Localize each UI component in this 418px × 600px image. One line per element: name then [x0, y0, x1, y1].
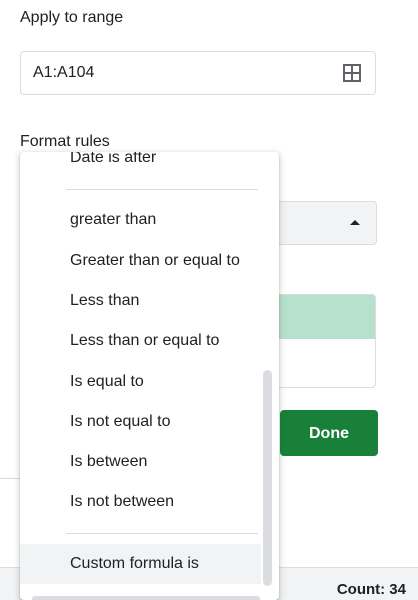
range-value: A1:A104: [33, 64, 95, 81]
menu-item-less-than[interactable]: Less than: [20, 281, 261, 321]
menu-scrollbar[interactable]: [263, 370, 272, 586]
menu-item-is-not-equal-to[interactable]: Is not equal to: [20, 402, 261, 442]
done-button[interactable]: Done: [280, 410, 378, 456]
menu-item-greater-than-or-equal[interactable]: Greater than or equal to: [20, 241, 261, 281]
menu-item-greater-than[interactable]: greater than: [20, 200, 261, 240]
count-summary[interactable]: Count: 34: [337, 581, 406, 598]
menu-item-is-not-between[interactable]: Is not between: [20, 482, 261, 522]
condition-dropdown-menu: Date is after greater than Greater than …: [20, 152, 279, 600]
menu-item-custom-formula[interactable]: Custom formula is: [20, 544, 261, 584]
menu-divider: [66, 533, 258, 534]
range-input[interactable]: A1:A104: [20, 51, 376, 95]
panel-divider: [0, 478, 20, 479]
menu-item-is-equal-to[interactable]: Is equal to: [20, 362, 261, 402]
grid-icon[interactable]: [343, 64, 361, 82]
menu-item-date-is-after[interactable]: Date is after: [20, 152, 261, 178]
caret-up-icon: [350, 220, 360, 225]
menu-item-is-between[interactable]: Is between: [20, 442, 261, 482]
menu-overflow-indicator: [32, 596, 260, 600]
menu-divider: [66, 189, 258, 190]
format-rules-label: Format rules: [20, 133, 110, 150]
menu-item-less-than-or-equal[interactable]: Less than or equal to: [20, 321, 261, 361]
apply-to-range-label: Apply to range: [20, 9, 124, 26]
